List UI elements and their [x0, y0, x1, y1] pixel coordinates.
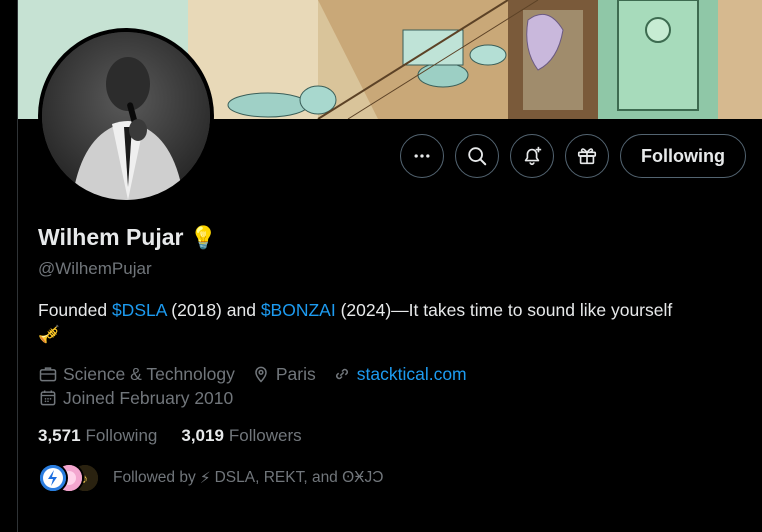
dsla-cashtag-link[interactable]: $DSLA	[112, 300, 166, 320]
bio-text: (2018) and	[166, 300, 261, 320]
following-count: 3,571	[38, 426, 81, 445]
profile-handle: @WilhemPujar	[38, 259, 152, 278]
profile-bio: Founded $DSLA (2018) and $BONZAI (2024)—…	[38, 298, 748, 346]
website-link[interactable]: stacktical.com	[357, 364, 467, 385]
lightbulb-emoji: 💡	[189, 224, 217, 250]
followers-label: Followers	[228, 426, 302, 445]
followed-by-text[interactable]: Followed by ⚡ DSLA, REKT, and ʘӾJƆ	[113, 469, 383, 488]
bell-plus-icon	[524, 146, 542, 166]
search-icon	[468, 147, 487, 166]
joined-item: Joined February 2010	[38, 388, 233, 409]
category-item: Science & Technology	[38, 364, 235, 385]
profile-avatar[interactable]	[38, 28, 214, 204]
following-stat[interactable]: 3,571 Following	[38, 426, 157, 446]
bio-text: (2024)—It takes time to sound like yours…	[335, 300, 673, 320]
followers-count: 3,019	[181, 426, 224, 445]
gift-icon	[577, 148, 597, 165]
followed-by-row[interactable]: ♪ Followed by ⚡ DSLA, REKT, and ʘӾJƆ	[38, 463, 383, 493]
following-label: Following	[85, 426, 158, 445]
category-label: Science & Technology	[63, 363, 235, 384]
location-pin-icon	[255, 366, 267, 383]
joined-label: Joined February 2010	[63, 387, 234, 408]
profile-meta: Science & Technology Paris stacktical.co…	[38, 362, 483, 410]
subscribe-button[interactable]	[565, 134, 610, 178]
bio-text: Founded	[38, 300, 112, 320]
followed-by-prefix: Followed by	[113, 469, 196, 486]
notify-button[interactable]	[510, 134, 555, 178]
avatar-photo	[42, 32, 210, 200]
lightning-emoji: ⚡	[199, 469, 211, 487]
briefcase-icon	[39, 367, 57, 382]
location-item: Paris	[251, 364, 316, 385]
search-button[interactable]	[455, 134, 500, 178]
calendar-icon	[40, 390, 56, 406]
trumpet-emoji: 🎺	[38, 324, 60, 344]
profile-actions: Following	[400, 134, 746, 178]
followers-stat[interactable]: 3,019 Followers	[181, 426, 301, 446]
bonzai-cashtag-link[interactable]: $BONZAI	[261, 300, 336, 320]
more-button[interactable]	[400, 134, 445, 178]
more-icon	[414, 154, 430, 158]
follower-avatar	[38, 463, 68, 493]
display-name: Wilhem Pujar	[38, 224, 184, 250]
location-label: Paris	[275, 363, 316, 384]
link-icon	[335, 368, 348, 380]
profile-name-row: Wilhem Pujar 💡	[38, 224, 217, 251]
following-button[interactable]: Following	[620, 134, 746, 178]
followed-by-names: DSLA, REKT, and ʘӾJƆ	[214, 469, 384, 486]
followed-by-avatars: ♪	[38, 463, 100, 493]
profile-stats: 3,571 Following 3,019 Followers	[38, 426, 326, 446]
website-item[interactable]: stacktical.com	[332, 364, 467, 385]
